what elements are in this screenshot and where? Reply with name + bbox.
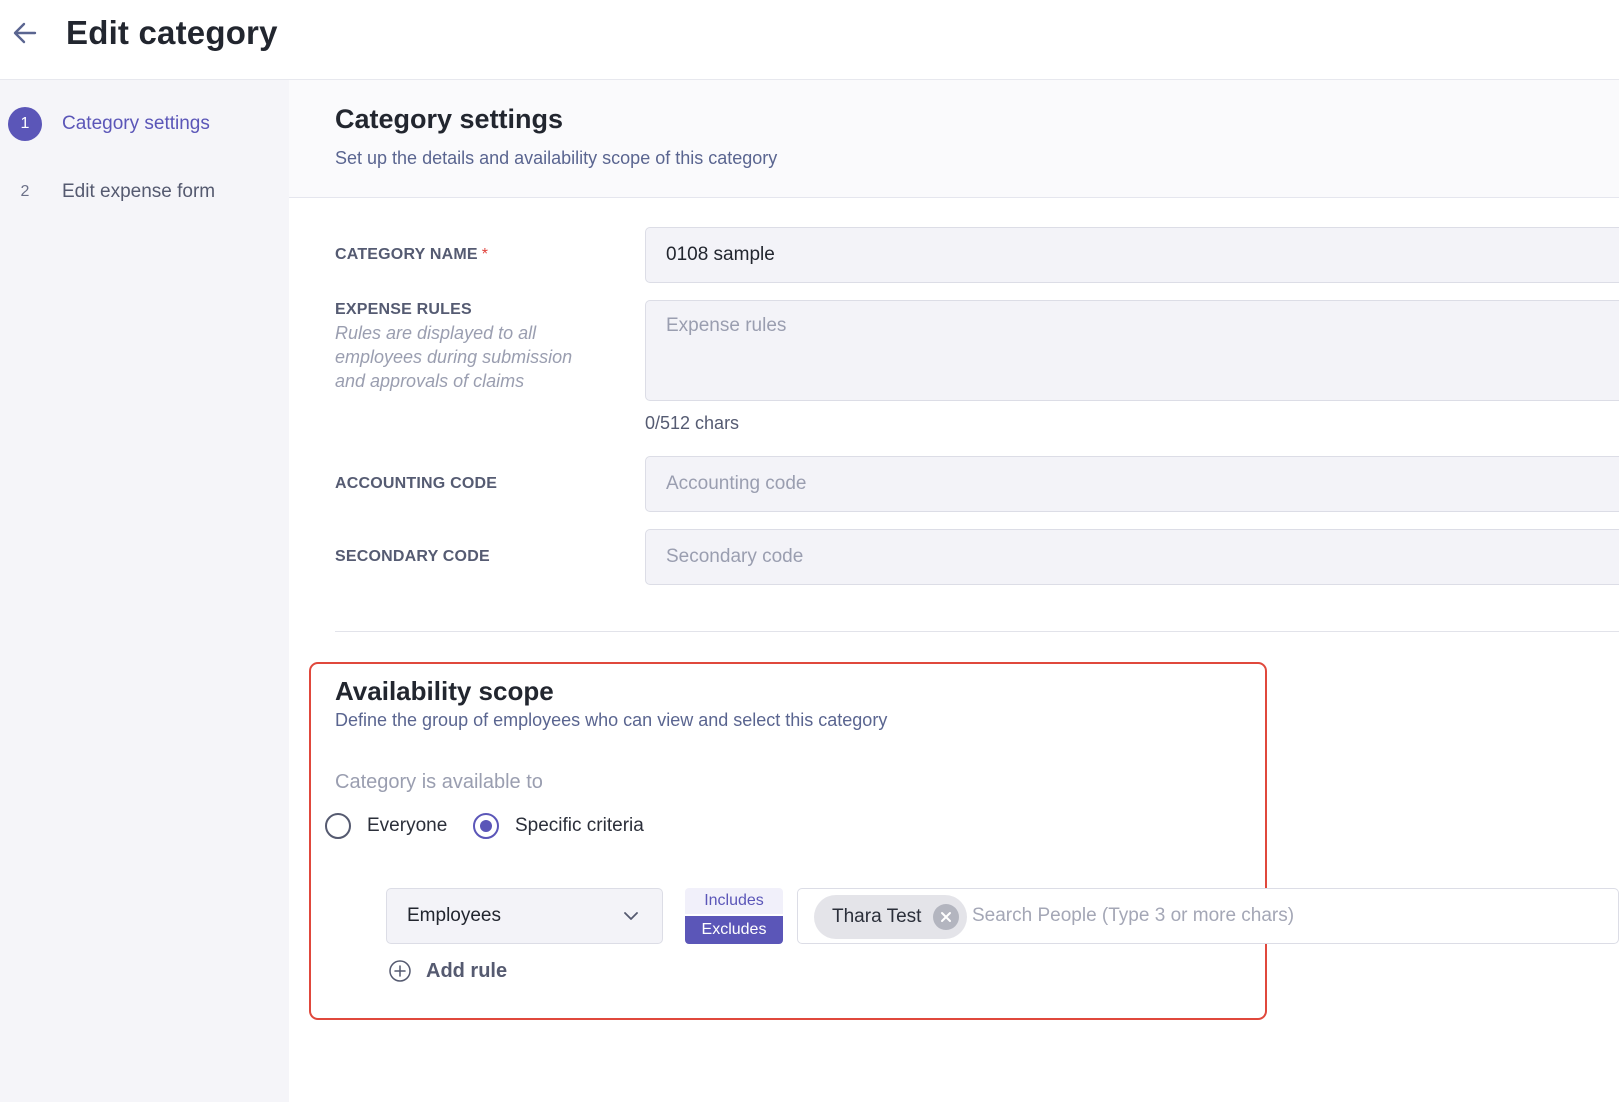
category-name-label: CATEGORY NAME * [335,246,488,264]
plus-circle-icon [389,960,411,982]
secondary-code-input[interactable]: Secondary code [645,529,1619,585]
step-label: Category settings [62,113,210,134]
section-subtitle: Set up the details and availability scop… [335,148,778,168]
expense-rules-textarea[interactable]: Expense rules [645,300,1619,401]
required-mark: * [481,246,489,263]
expense-rules-help: Rules are displayed to all employees dur… [335,323,573,391]
excludes-toggle[interactable]: Excludes [685,916,783,944]
back-button[interactable] [8,16,42,50]
page-title: Edit category [66,14,278,51]
remove-chip-button[interactable] [933,904,960,930]
radio-label: Specific criteria [515,815,644,836]
category-name-label-text: CATEGORY NAME [335,246,478,263]
step-category-settings[interactable]: 1 Category settings [0,106,210,142]
step-label: Edit expense form [62,181,216,202]
category-name-input[interactable]: 0108 sample [645,227,1619,283]
includes-toggle[interactable]: Includes [685,888,783,914]
step-edit-expense-form[interactable]: 2 Edit expense form [0,174,216,210]
rule-type-value: Employees [407,905,501,926]
radio-circle [325,813,351,839]
chevron-down-icon [624,912,638,920]
radio-everyone[interactable]: Everyone [325,810,447,842]
scope-subtitle: Define the group of employees who can vi… [335,710,888,730]
accounting-code-label: ACCOUNTING CODE [335,475,498,492]
step-number: 1 [8,107,42,141]
chip-label: Thara Test [832,906,922,927]
add-rule-button[interactable]: Add rule [388,956,507,986]
main-content: Category settings Set up the details and… [289,80,1619,1102]
accounting-code-input[interactable]: Accounting code [645,456,1619,512]
step-number: 2 [20,183,30,200]
section-header: Category settings Set up the details and… [289,80,1619,198]
section-title: Category settings [335,104,564,134]
arrow-left-icon [13,22,37,44]
sidebar: 1 Category settings 2 Edit expense form [0,80,289,1102]
people-search-input[interactable] [972,905,1572,927]
secondary-code-label: SECONDARY CODE [335,548,490,565]
radio-label: Everyone [367,815,448,836]
radio-specific-criteria[interactable]: Specific criteria [473,810,644,842]
rule-type-select[interactable]: Employees [386,888,663,944]
divider [335,631,1619,632]
page-header: Edit category [0,0,1619,80]
scope-title: Availability scope [335,676,554,706]
people-field[interactable]: Thara Test [797,888,1619,944]
person-chip: Thara Test [814,895,968,939]
add-rule-label: Add rule [426,959,508,982]
char-count: 0/512 chars [645,413,740,433]
close-icon [941,912,952,922]
radio-circle-checked [473,813,499,839]
available-to-label: Category is available to [335,771,543,793]
expense-rules-label: EXPENSE RULES [335,301,472,318]
